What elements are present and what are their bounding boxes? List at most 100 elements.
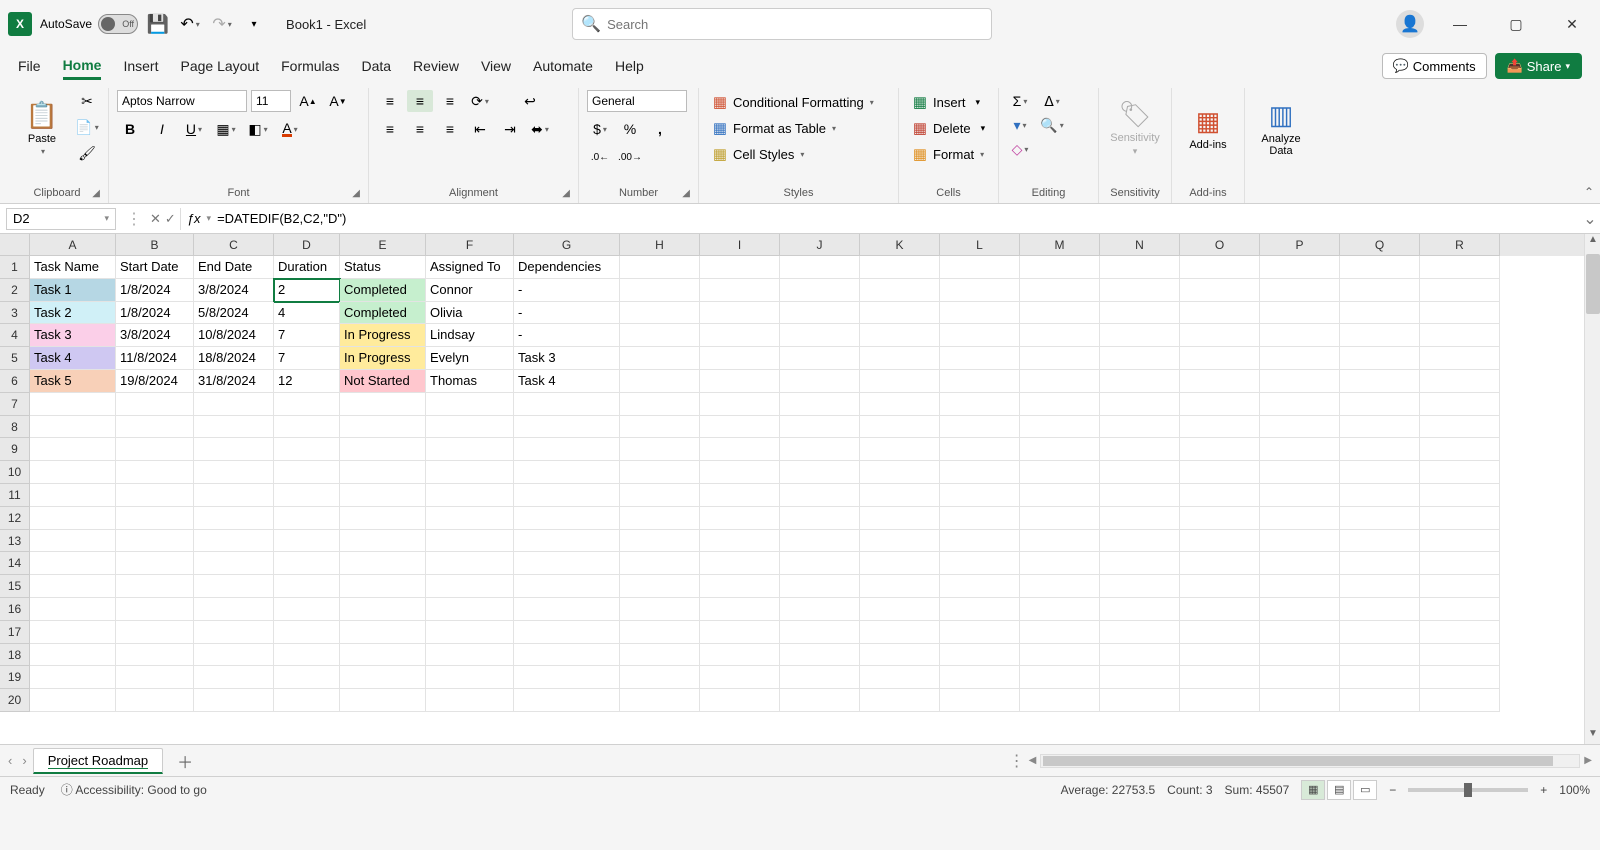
cell[interactable] [1020, 507, 1100, 530]
cell[interactable] [116, 621, 194, 644]
cell[interactable] [194, 530, 274, 553]
enter-formula-button[interactable]: ✓ [165, 211, 176, 227]
cell[interactable]: Thomas [426, 370, 514, 393]
cell[interactable] [426, 438, 514, 461]
cell[interactable] [1180, 666, 1260, 689]
row-header-9[interactable]: 9 [0, 438, 30, 461]
minimize-button[interactable]: ― [1440, 8, 1480, 40]
cell[interactable] [514, 416, 620, 439]
cell[interactable]: 12 [274, 370, 340, 393]
cell[interactable] [1340, 644, 1420, 667]
cell[interactable] [780, 552, 860, 575]
cell[interactable] [116, 552, 194, 575]
copy-button[interactable]: 📄 [74, 116, 100, 138]
cell[interactable] [620, 666, 700, 689]
cell[interactable] [194, 644, 274, 667]
decrease-font-button[interactable]: A▼ [325, 90, 351, 112]
cell[interactable] [340, 644, 426, 667]
alignment-dialog-launcher[interactable]: ◢ [562, 188, 570, 199]
cell[interactable] [1180, 530, 1260, 553]
cell[interactable] [620, 302, 700, 325]
cell[interactable]: Connor [426, 279, 514, 302]
cell[interactable] [1020, 621, 1100, 644]
cell[interactable] [1420, 530, 1500, 553]
cell[interactable] [1260, 575, 1340, 598]
cell[interactable] [514, 507, 620, 530]
cell[interactable] [274, 666, 340, 689]
cell[interactable] [274, 552, 340, 575]
cell[interactable] [30, 484, 116, 507]
cell[interactable] [1260, 461, 1340, 484]
cell[interactable] [194, 666, 274, 689]
cell[interactable] [1420, 666, 1500, 689]
cell[interactable] [1020, 324, 1100, 347]
cell[interactable] [274, 438, 340, 461]
cell[interactable] [1180, 552, 1260, 575]
cell[interactable] [1020, 666, 1100, 689]
sheet-tab-active[interactable]: Project Roadmap [33, 748, 163, 774]
cell[interactable] [514, 438, 620, 461]
cell[interactable] [620, 575, 700, 598]
wrap-text-button[interactable]: ↩ [517, 90, 543, 112]
cell[interactable] [940, 507, 1020, 530]
cell[interactable] [620, 416, 700, 439]
cell[interactable] [860, 621, 940, 644]
cell[interactable] [1340, 393, 1420, 416]
row-header-8[interactable]: 8 [0, 416, 30, 439]
cell[interactable] [1260, 530, 1340, 553]
page-layout-view-button[interactable]: ▤ [1327, 780, 1351, 800]
cell[interactable] [700, 621, 780, 644]
cell[interactable] [116, 575, 194, 598]
row-header-11[interactable]: 11 [0, 484, 30, 507]
cell[interactable]: 1/8/2024 [116, 302, 194, 325]
cell[interactable] [1100, 393, 1180, 416]
cell[interactable] [620, 393, 700, 416]
cell[interactable] [340, 575, 426, 598]
cell[interactable]: Task 4 [30, 347, 116, 370]
cell[interactable] [1100, 279, 1180, 302]
borders-button[interactable]: ▦ [213, 118, 239, 140]
cell[interactable] [116, 530, 194, 553]
cell[interactable]: 11/8/2024 [116, 347, 194, 370]
tab-home[interactable]: Home [63, 53, 102, 80]
cell[interactable] [620, 438, 700, 461]
cell[interactable] [1020, 689, 1100, 712]
cell[interactable] [514, 621, 620, 644]
cell[interactable] [780, 438, 860, 461]
cell[interactable]: - [514, 302, 620, 325]
decrease-indent-button[interactable]: ⇤ [467, 118, 493, 140]
analyze-data-button[interactable]: ▥Analyze Data [1253, 90, 1309, 166]
cell[interactable] [1180, 621, 1260, 644]
cell[interactable] [514, 644, 620, 667]
cell[interactable] [1340, 256, 1420, 279]
tab-page-layout[interactable]: Page Layout [180, 54, 259, 78]
cell[interactable] [1180, 393, 1260, 416]
paste-button[interactable]: 📋Paste [14, 90, 70, 166]
cell[interactable] [860, 552, 940, 575]
cell[interactable] [1180, 370, 1260, 393]
cell[interactable]: 19/8/2024 [116, 370, 194, 393]
cell[interactable] [700, 416, 780, 439]
cell[interactable] [1420, 644, 1500, 667]
cell[interactable] [30, 507, 116, 530]
cell[interactable] [1340, 575, 1420, 598]
cell[interactable] [940, 416, 1020, 439]
cell[interactable] [340, 393, 426, 416]
cell[interactable] [780, 598, 860, 621]
cell[interactable] [1340, 507, 1420, 530]
fill-color-button[interactable]: ◧ [245, 118, 271, 140]
cell[interactable] [274, 461, 340, 484]
column-header-O[interactable]: O [1180, 234, 1260, 256]
column-header-D[interactable]: D [274, 234, 340, 256]
cell[interactable] [1180, 507, 1260, 530]
cell[interactable] [940, 461, 1020, 484]
cell[interactable] [1020, 370, 1100, 393]
cell[interactable] [426, 621, 514, 644]
cell[interactable] [1020, 644, 1100, 667]
row-header-19[interactable]: 19 [0, 666, 30, 689]
sheet-options-button[interactable]: ⋮ [1009, 751, 1025, 771]
row-header-15[interactable]: 15 [0, 575, 30, 598]
cell[interactable] [1020, 552, 1100, 575]
cell[interactable] [1180, 324, 1260, 347]
cell[interactable] [514, 575, 620, 598]
